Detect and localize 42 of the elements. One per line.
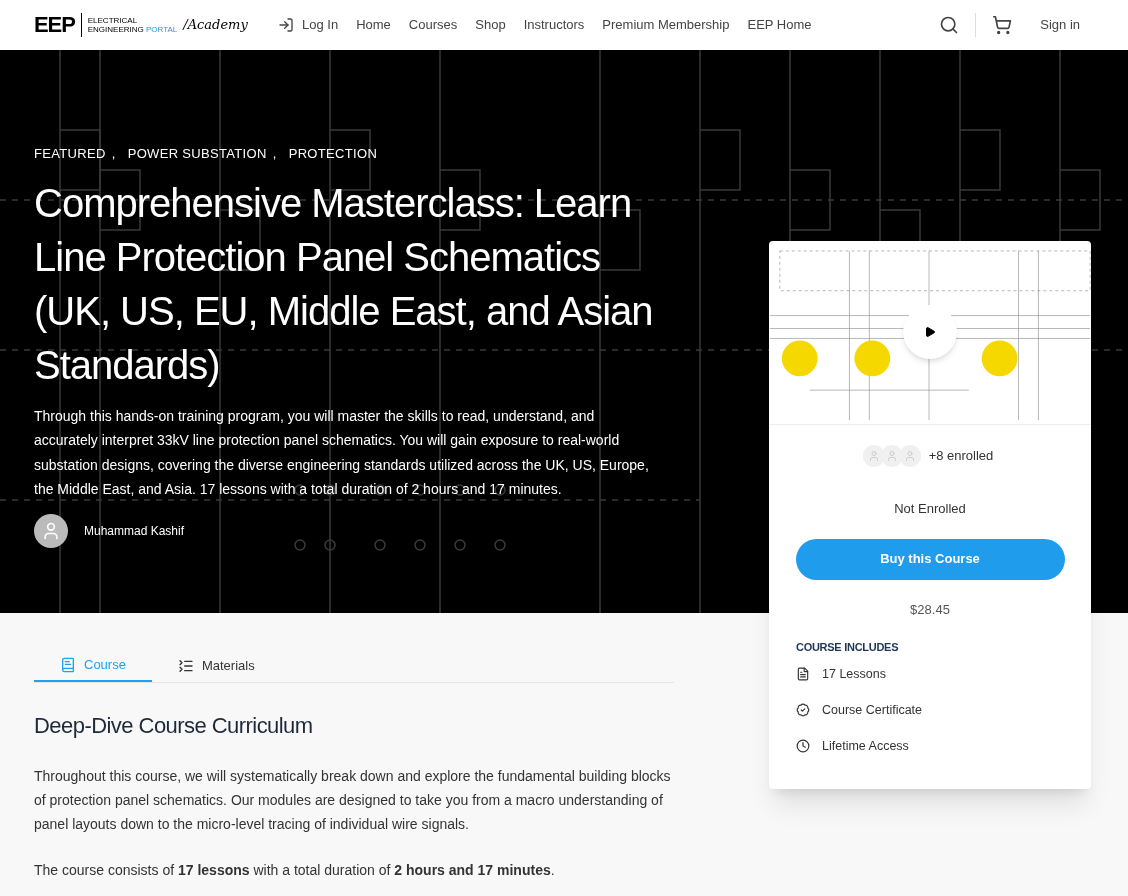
search-icon[interactable] bbox=[939, 15, 960, 35]
person-icon bbox=[867, 450, 880, 462]
include-item: 17 Lessons bbox=[822, 665, 886, 683]
play-icon bbox=[924, 326, 936, 338]
content-tab[interactable]: Materials bbox=[151, 650, 281, 682]
sign-in-link[interactable]: Sign in bbox=[1040, 15, 1080, 35]
nav-link[interactable]: Premium Membership bbox=[602, 15, 730, 35]
course-price: $28.45 bbox=[910, 600, 950, 619]
clock-icon bbox=[796, 739, 810, 753]
include-item: Course Certificate bbox=[822, 701, 923, 719]
separator: , bbox=[111, 145, 116, 163]
book-icon bbox=[60, 657, 76, 673]
includes-heading: COURSE INCLUDES bbox=[796, 640, 900, 655]
body-paragraph: Throughout this course, we will systematically break down and explore the fundamental building blocks of protection panel schematics. Our modules are designed to take you from a macro understanding of panel layouts down to the micro-level tracing of individual wire signals. bbox=[34, 767, 672, 834]
enrollment-status: Not Enrolled bbox=[894, 500, 966, 518]
nav-link[interactable]: Home bbox=[356, 15, 391, 35]
document-icon bbox=[796, 667, 810, 681]
logo[interactable]: EEP ELECTRICAL ENGINEERING PORTAL /Academy bbox=[34, 13, 264, 37]
list-icon bbox=[177, 658, 194, 674]
course-description: Through this hands-on training program, you will master the skills to read, understand, and accurately interpret 33kV line protection panel schematics. You will gain exposure to real-world substation designs, covering the diverse engineering standards utilized across the UK, US, Europe, the Middle East, and Asia. 17 lessons with a total duration of 2 hours and 17 minutes. bbox=[34, 406, 650, 499]
section-heading: Deep-Dive Course Curriculum bbox=[34, 712, 314, 740]
play-button[interactable] bbox=[903, 305, 957, 359]
include-item: Lifetime Access bbox=[822, 737, 909, 755]
nav-link[interactable]: Log In bbox=[278, 15, 339, 35]
enrolled-count: +8 enrolled bbox=[928, 447, 994, 466]
nav-link[interactable]: Instructors bbox=[523, 15, 585, 35]
nav-link[interactable]: EEP Home bbox=[747, 15, 812, 35]
certificate-icon bbox=[796, 703, 810, 717]
person-icon bbox=[885, 450, 898, 462]
nav-link[interactable]: Shop bbox=[475, 15, 506, 35]
person-icon bbox=[41, 520, 61, 541]
login-icon bbox=[278, 17, 294, 33]
category-link[interactable]: POWER SUBSTATION bbox=[127, 144, 267, 164]
category-link[interactable]: FEATURED bbox=[34, 144, 106, 164]
separator: , bbox=[272, 145, 277, 163]
course-title: Comprehensive Masterclass: Learn Line Protection Panel Schematics (UK, US, EU, Middle East, and Asian Standards) bbox=[34, 179, 654, 389]
author-link[interactable]: Muhammad Kashif bbox=[84, 521, 185, 540]
cart-icon[interactable] bbox=[992, 15, 1013, 35]
category-link[interactable]: PROTECTION bbox=[288, 144, 378, 164]
nav-link[interactable]: Courses bbox=[408, 15, 458, 35]
person-icon bbox=[903, 450, 916, 462]
body-paragraph: The course consists of 17 lessons with a total duration of 2 hours and 17 minutes. bbox=[34, 861, 556, 880]
